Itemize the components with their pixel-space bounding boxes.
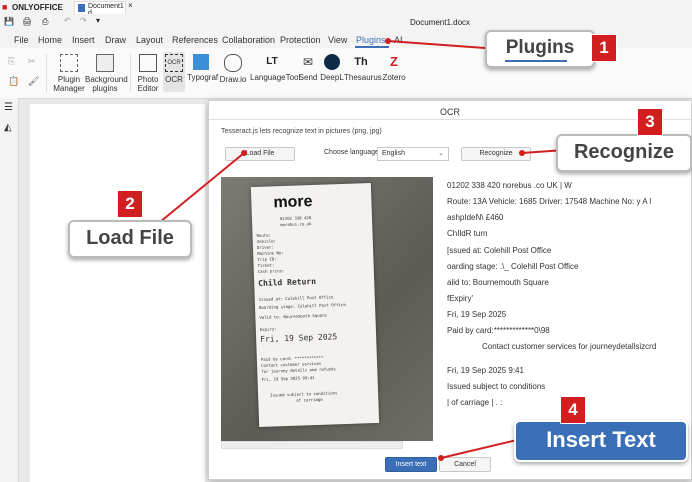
- callout-plugins-label: Plugins: [505, 37, 575, 58]
- connector-dot-plugins: [385, 38, 391, 44]
- connector-dot-load-file: [241, 150, 247, 156]
- callout-plugins: Plugins: [485, 30, 595, 68]
- connector-plugins: [387, 40, 486, 49]
- callout-insert-text: Insert Text: [514, 420, 688, 462]
- callout-number-4: 4: [560, 396, 586, 424]
- callout-underline: [505, 60, 567, 62]
- callout-load-file: Load File: [68, 220, 192, 258]
- connector-load-file: [159, 152, 245, 223]
- callout-number-1: 1: [591, 34, 617, 62]
- callout-recognize: Recognize: [556, 134, 692, 172]
- connector-dot-insert-text: [438, 455, 444, 461]
- callout-number-3: 3: [637, 108, 663, 136]
- callout-number-2: 2: [117, 190, 143, 218]
- connector-insert-text: [440, 439, 518, 459]
- connector-dot-recognize: [519, 150, 525, 156]
